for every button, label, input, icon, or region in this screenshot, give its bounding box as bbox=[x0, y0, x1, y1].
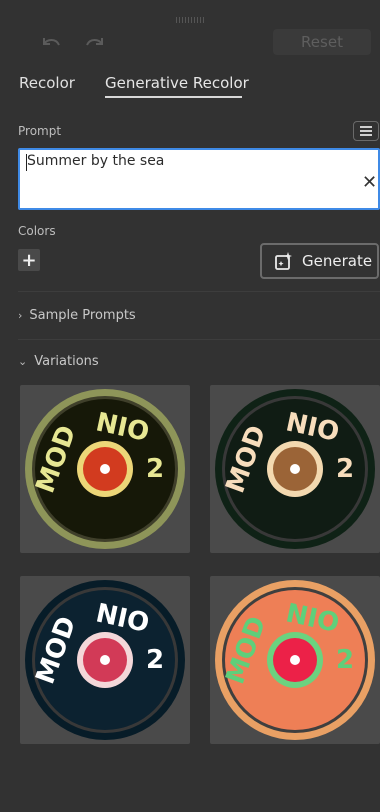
variation-card-3[interactable]: NIO 2 MOD bbox=[20, 576, 190, 744]
tab-recolor[interactable]: Recolor bbox=[19, 74, 75, 92]
record-label-art: 2 bbox=[336, 645, 354, 675]
sample-prompts-toggle[interactable]: › Sample Prompts bbox=[18, 308, 136, 323]
chevron-right-icon: › bbox=[18, 309, 23, 322]
record-label-art: 2 bbox=[146, 454, 164, 484]
panel-grip[interactable] bbox=[176, 17, 204, 23]
variations-label: Variations bbox=[34, 354, 99, 369]
prompt-label: Prompt bbox=[18, 124, 62, 138]
colors-label: Colors bbox=[18, 224, 56, 238]
divider bbox=[18, 291, 380, 292]
prompt-input[interactable]: Summer by the sea ✕ bbox=[18, 148, 380, 210]
record-artwork: NIO2MOD bbox=[215, 580, 375, 740]
record-center-dot bbox=[290, 655, 300, 665]
record-center-dot bbox=[100, 464, 110, 474]
generate-button[interactable]: Generate bbox=[260, 243, 379, 279]
variation-card-2[interactable]: NIO 2 MOD bbox=[210, 385, 380, 553]
active-tab-indicator bbox=[105, 96, 242, 98]
hamburger-icon[interactable] bbox=[353, 121, 379, 141]
generate-label: Generate bbox=[302, 252, 373, 270]
record-label-art: 2 bbox=[336, 454, 354, 484]
record-artwork: NIO2MOD bbox=[25, 389, 185, 549]
prompt-text: Summer by the sea bbox=[27, 153, 165, 169]
redo-icon[interactable] bbox=[80, 28, 110, 58]
record-artwork: NIO2MOD bbox=[215, 389, 375, 549]
undo-icon[interactable] bbox=[36, 28, 66, 58]
variation-card-4[interactable]: NIO 2 MOD bbox=[210, 576, 380, 744]
record-center-dot bbox=[290, 464, 300, 474]
sample-prompts-label: Sample Prompts bbox=[29, 308, 136, 323]
record-artwork: NIO2MOD bbox=[25, 580, 185, 740]
close-icon[interactable]: ✕ bbox=[362, 172, 377, 193]
chevron-down-icon: ⌄ bbox=[18, 355, 28, 368]
tab-generative-recolor[interactable]: Generative Recolor bbox=[105, 74, 249, 92]
plus-icon[interactable]: + bbox=[18, 249, 40, 271]
record-label-art: 2 bbox=[146, 645, 164, 675]
generative-ai-icon bbox=[274, 251, 294, 271]
reset-button[interactable]: Reset bbox=[273, 29, 371, 55]
variations-toggle[interactable]: ⌄ Variations bbox=[18, 354, 99, 369]
record-center-dot bbox=[100, 655, 110, 665]
divider bbox=[18, 339, 380, 340]
variation-card-1[interactable]: NIO 2 MOD bbox=[20, 385, 190, 553]
